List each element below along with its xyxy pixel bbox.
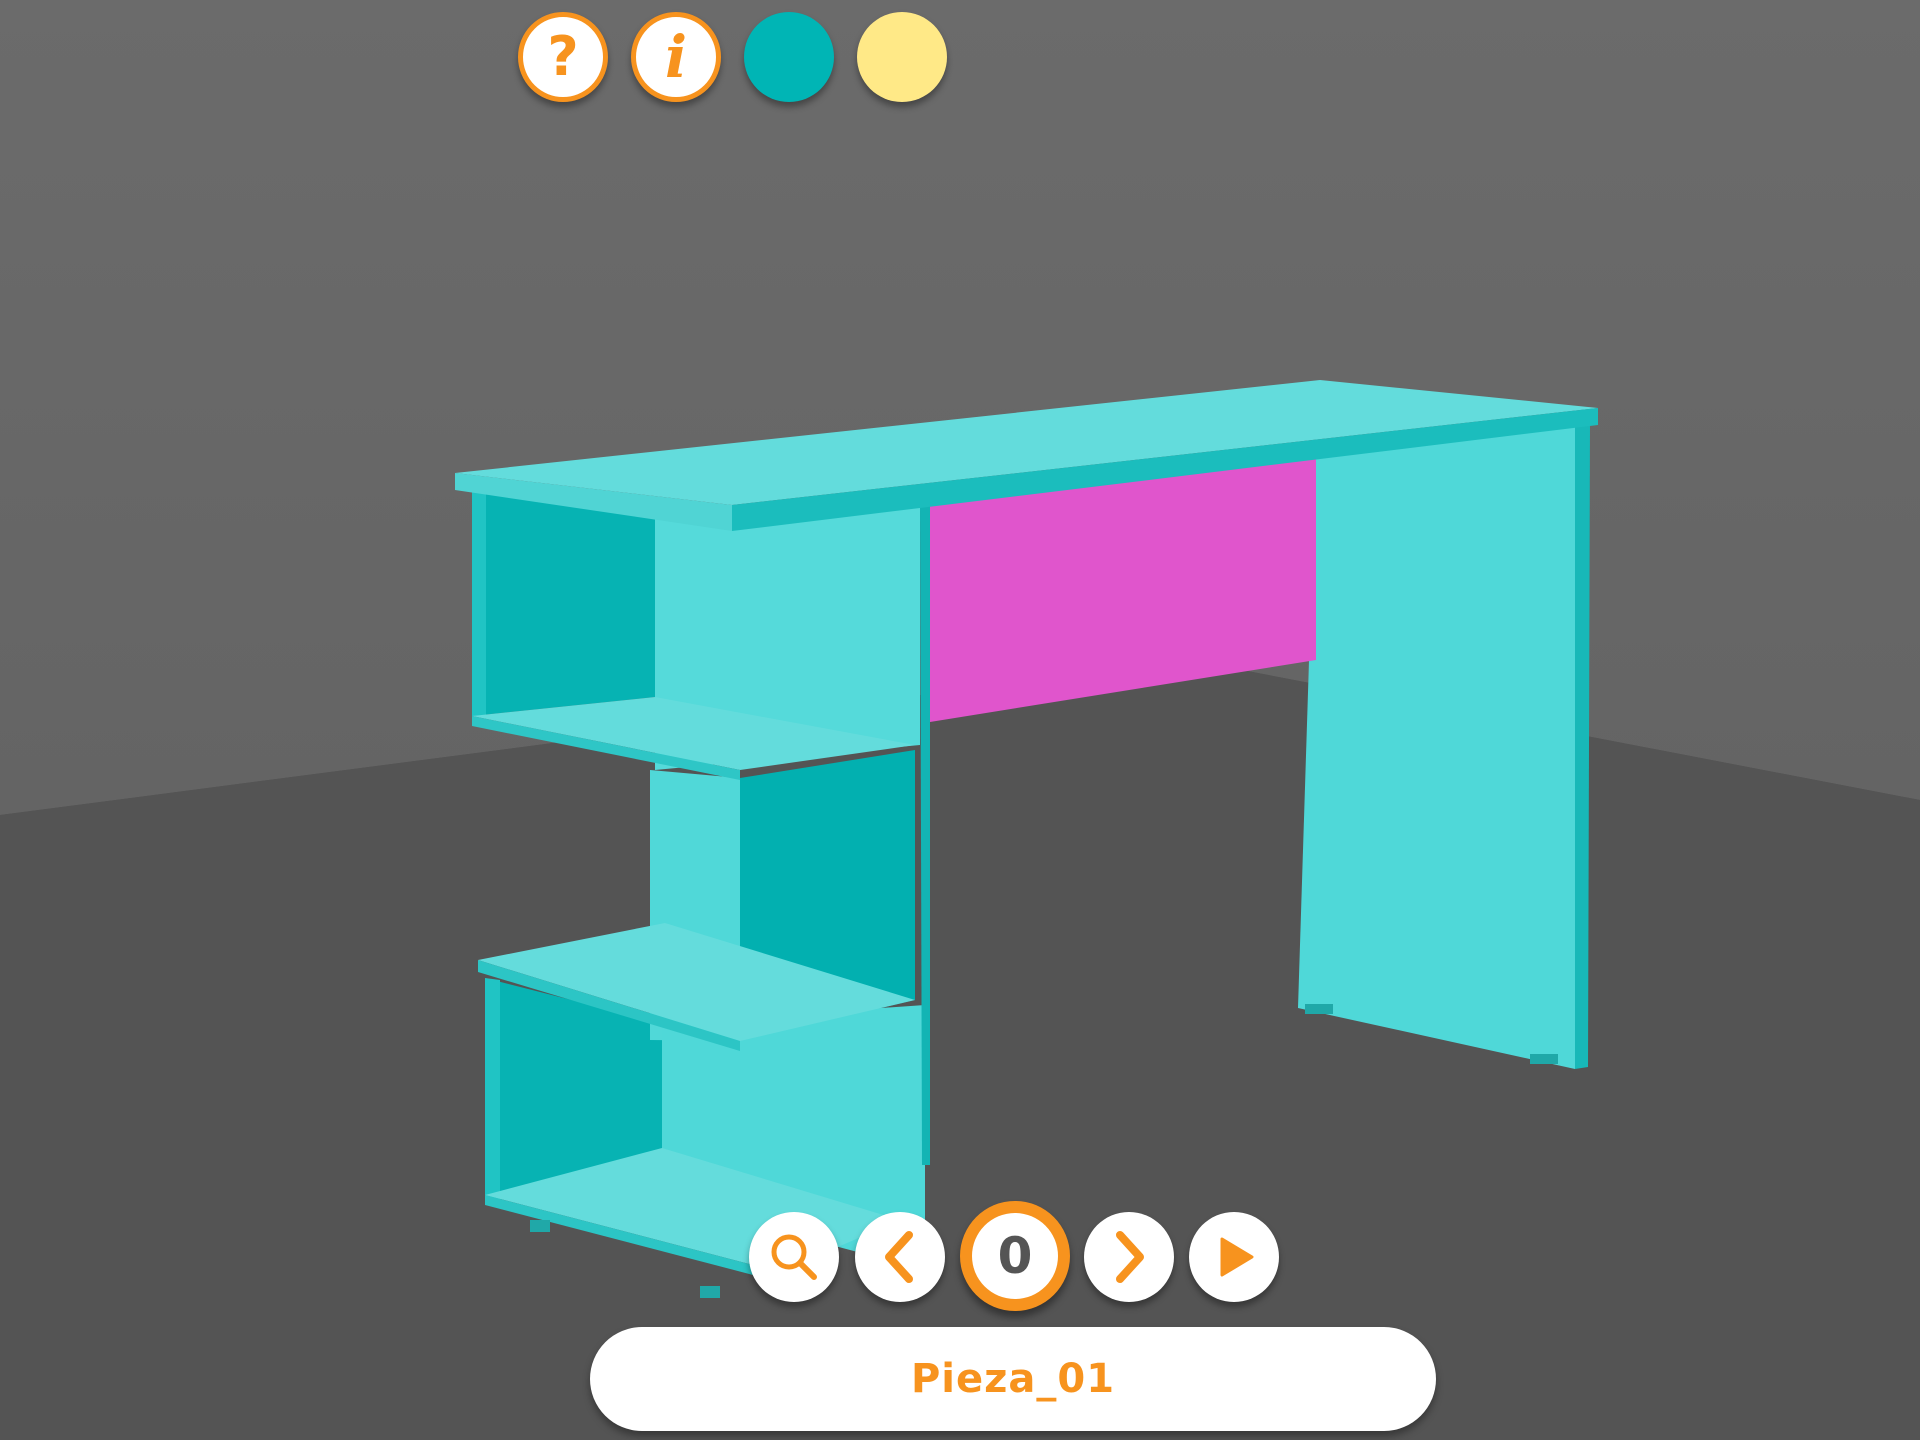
shelf-left-edge-bottom	[485, 978, 500, 1200]
step-counter[interactable]: 0	[960, 1201, 1070, 1311]
info-icon: i	[664, 23, 688, 91]
info-button[interactable]: i	[631, 12, 721, 102]
next-button[interactable]	[1084, 1212, 1174, 1302]
desk-right-leg-side	[1298, 423, 1575, 1069]
previous-button[interactable]	[855, 1212, 945, 1302]
chevron-left-icon	[875, 1229, 925, 1285]
desk-right-leg-edge	[1575, 421, 1590, 1069]
desk-foot	[1530, 1054, 1558, 1064]
play-icon	[1210, 1233, 1258, 1281]
help-button[interactable]: ?	[518, 12, 608, 102]
question-icon: ?	[547, 25, 579, 88]
step-counter-face: 0	[972, 1213, 1058, 1299]
part-name-label: Pieza_01	[910, 1356, 1116, 1402]
chevron-right-icon	[1104, 1229, 1154, 1285]
desk-foot	[530, 1220, 550, 1232]
3d-viewport[interactable]	[0, 0, 1920, 1440]
desk-foot	[700, 1286, 720, 1298]
color-swatch-yellow-button[interactable]	[857, 12, 947, 102]
zoom-button[interactable]	[749, 1212, 839, 1302]
shelf-left-edge-top	[472, 490, 486, 716]
desk-foot	[1305, 1004, 1333, 1014]
color-swatch-teal-button[interactable]	[744, 12, 834, 102]
shelf-cavity-top	[472, 490, 655, 716]
part-name-bar: Pieza_01	[590, 1327, 1436, 1431]
step-counter-value: 0	[997, 1227, 1033, 1285]
play-button[interactable]	[1189, 1212, 1279, 1302]
magnifier-icon	[766, 1229, 822, 1285]
